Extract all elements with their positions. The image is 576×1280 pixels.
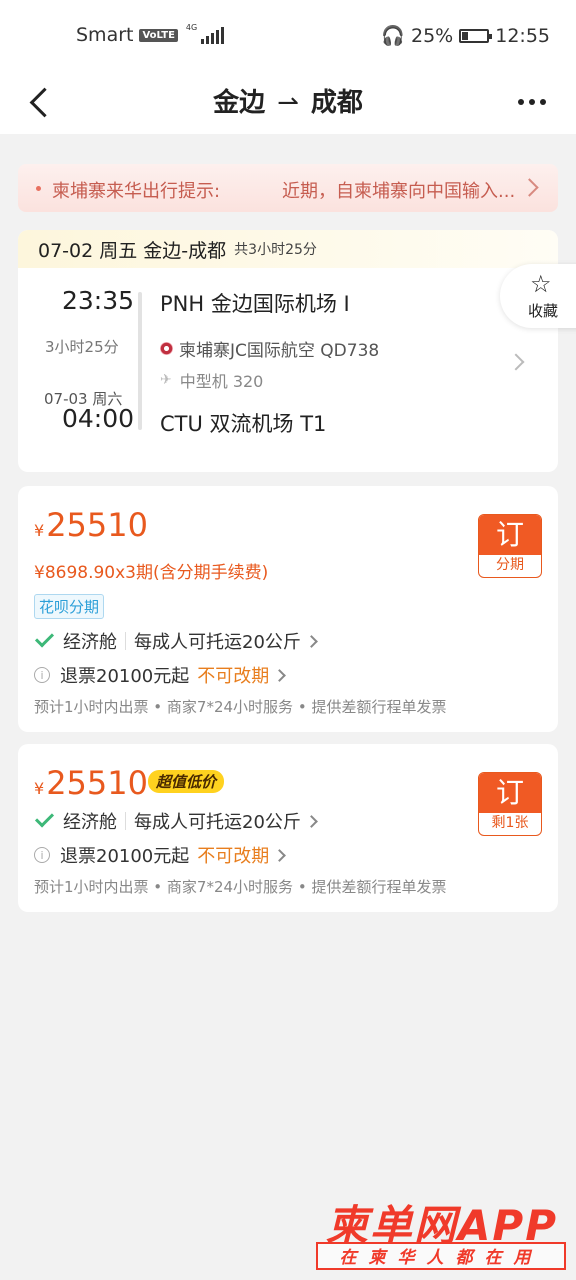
flight-duration: 3小时25分 — [45, 338, 119, 356]
flight-date-route: 07-02 周五 金边-成都 — [38, 239, 227, 262]
baggage-allowance: 每成人可托运20公斤 — [134, 812, 301, 833]
flight-info-card[interactable]: 07-02 周五 金边-成都 共3小时25分 23:35 3小时25分 07-0… — [18, 230, 558, 472]
chevron-right-icon — [520, 178, 539, 197]
more-dot-icon — [540, 99, 546, 105]
page-title: 金边 ⇀ 成都 — [0, 82, 576, 119]
offer-price: ¥25510 — [34, 506, 148, 544]
route-arrow-icon: ⇀ — [277, 88, 299, 118]
refund-change-row[interactable]: i 退票20100元起 不可改期 — [34, 662, 287, 688]
change-policy: 不可改期 — [197, 666, 270, 687]
watermark-slogan: 在柬华人都在用 — [316, 1242, 566, 1270]
more-button[interactable] — [518, 92, 552, 112]
travel-notice-banner[interactable]: 柬埔寨来华出行提示: 近期，自柬埔寨向中国输入... — [18, 164, 558, 212]
chevron-right-icon — [273, 848, 287, 862]
status-bar: Smart VoLTE 4G 🎧 25% 12:55 — [0, 0, 576, 70]
aircraft-type: 中型机 320 — [179, 372, 264, 391]
airline-row: 柬埔寨JC国际航空 QD738 — [160, 336, 379, 361]
volte-badge: VoLTE — [139, 28, 178, 42]
chevron-right-icon — [273, 668, 287, 682]
currency-symbol: ¥ — [34, 779, 45, 798]
star-icon: ☆ — [530, 270, 552, 298]
aircraft-row: ✈ 中型机 320 — [160, 368, 263, 392]
origin-city: 金边 — [213, 88, 266, 118]
book-label: 订 — [479, 515, 541, 555]
flight-header: 07-02 周五 金边-成都 共3小时25分 — [18, 230, 558, 268]
installment-info: ¥8698.90x3期(含分期手续费) — [34, 563, 269, 583]
airline-flight-number: 柬埔寨JC国际航空 QD738 — [179, 341, 380, 361]
network-type: 4G — [185, 23, 198, 32]
price-value: 25510 — [46, 506, 148, 544]
arrival-airport: CTU 双流机场 T1 — [160, 412, 327, 436]
favorite-label: 收藏 — [528, 302, 559, 320]
more-dot-icon — [518, 99, 524, 105]
status-right: 🎧 25% 12:55 — [381, 24, 550, 48]
divider — [125, 812, 126, 830]
signal-icon: 4G — [185, 23, 225, 44]
price-offer-card[interactable]: ¥25510 超值低价 经济舱 每成人可托运20公斤 i 退票20100元起 不… — [18, 744, 558, 912]
carrier-name: Smart — [76, 24, 134, 46]
change-policy: 不可改期 — [197, 846, 270, 867]
chevron-right-icon — [305, 634, 318, 648]
best-price-badge: 超值低价 — [148, 770, 225, 793]
status-left: Smart VoLTE 4G — [76, 23, 225, 46]
divider — [125, 632, 126, 650]
refund-policy: 退票20100元起 — [60, 666, 190, 687]
book-button[interactable]: 订 剩1张 — [478, 772, 542, 836]
book-button[interactable]: 订 分期 — [478, 514, 542, 578]
refund-policy: 退票20100元起 — [60, 846, 190, 867]
nav-bar: 金边 ⇀ 成都 — [0, 70, 576, 134]
baggage-allowance: 每成人可托运20公斤 — [134, 632, 301, 653]
cabin-baggage-row[interactable]: 经济舱 每成人可托运20公斤 — [34, 808, 318, 834]
book-sublabel: 分期 — [496, 557, 524, 573]
more-dot-icon — [529, 99, 535, 105]
airline-logo-icon — [160, 342, 173, 355]
destination-city: 成都 — [310, 88, 363, 118]
headphone-icon: 🎧 — [381, 25, 405, 47]
airplane-icon: ✈ — [160, 372, 172, 388]
chevron-right-icon — [507, 353, 525, 371]
cabin-class: 经济舱 — [63, 632, 117, 653]
battery-icon — [459, 28, 493, 43]
currency-symbol: ¥ — [34, 521, 45, 540]
clock: 12:55 — [495, 24, 550, 47]
arrival-time: 04:00 — [62, 404, 135, 433]
service-footer: 预计1小时内出票 • 商家7*24小时服务 • 提供差额行程单发票 — [34, 878, 447, 896]
offer-price: ¥25510 — [34, 764, 148, 802]
book-sublabel: 剩1张 — [491, 815, 529, 831]
notice-text: 近期，自柬埔寨向中国输入... — [282, 181, 516, 202]
book-label: 订 — [479, 773, 541, 813]
timeline-divider — [138, 292, 142, 430]
check-icon — [34, 808, 55, 828]
battery-percent: 25% — [411, 24, 454, 47]
departure-airport: PNH 金边国际机场 I — [160, 292, 350, 316]
notice-label: 柬埔寨来华出行提示: — [52, 181, 221, 202]
service-footer: 预计1小时内出票 • 商家7*24小时服务 • 提供差额行程单发票 — [34, 698, 447, 716]
favorite-button[interactable]: ☆ 收藏 — [500, 264, 576, 328]
refund-change-row[interactable]: i 退票20100元起 不可改期 — [34, 842, 287, 868]
cabin-baggage-row[interactable]: 经济舱 每成人可托运20公斤 — [34, 628, 318, 654]
cabin-class: 经济舱 — [63, 812, 117, 833]
departure-time: 23:35 — [62, 286, 135, 315]
info-icon: i — [34, 847, 50, 863]
total-duration: 共3小时25分 — [234, 242, 317, 258]
price-offer-card[interactable]: ¥25510 ¥8698.90x3期(含分期手续费) 花呗分期 经济舱 每成人可… — [18, 486, 558, 732]
bullet-icon — [36, 186, 41, 191]
chevron-right-icon — [305, 814, 318, 828]
price-value: 25510 — [46, 764, 148, 802]
info-icon: i — [34, 667, 50, 683]
huabei-tag: 花呗分期 — [34, 594, 105, 619]
watermark-logo: 柬单网APP 在柬华人都在用 — [306, 1190, 566, 1276]
check-icon — [34, 628, 55, 648]
